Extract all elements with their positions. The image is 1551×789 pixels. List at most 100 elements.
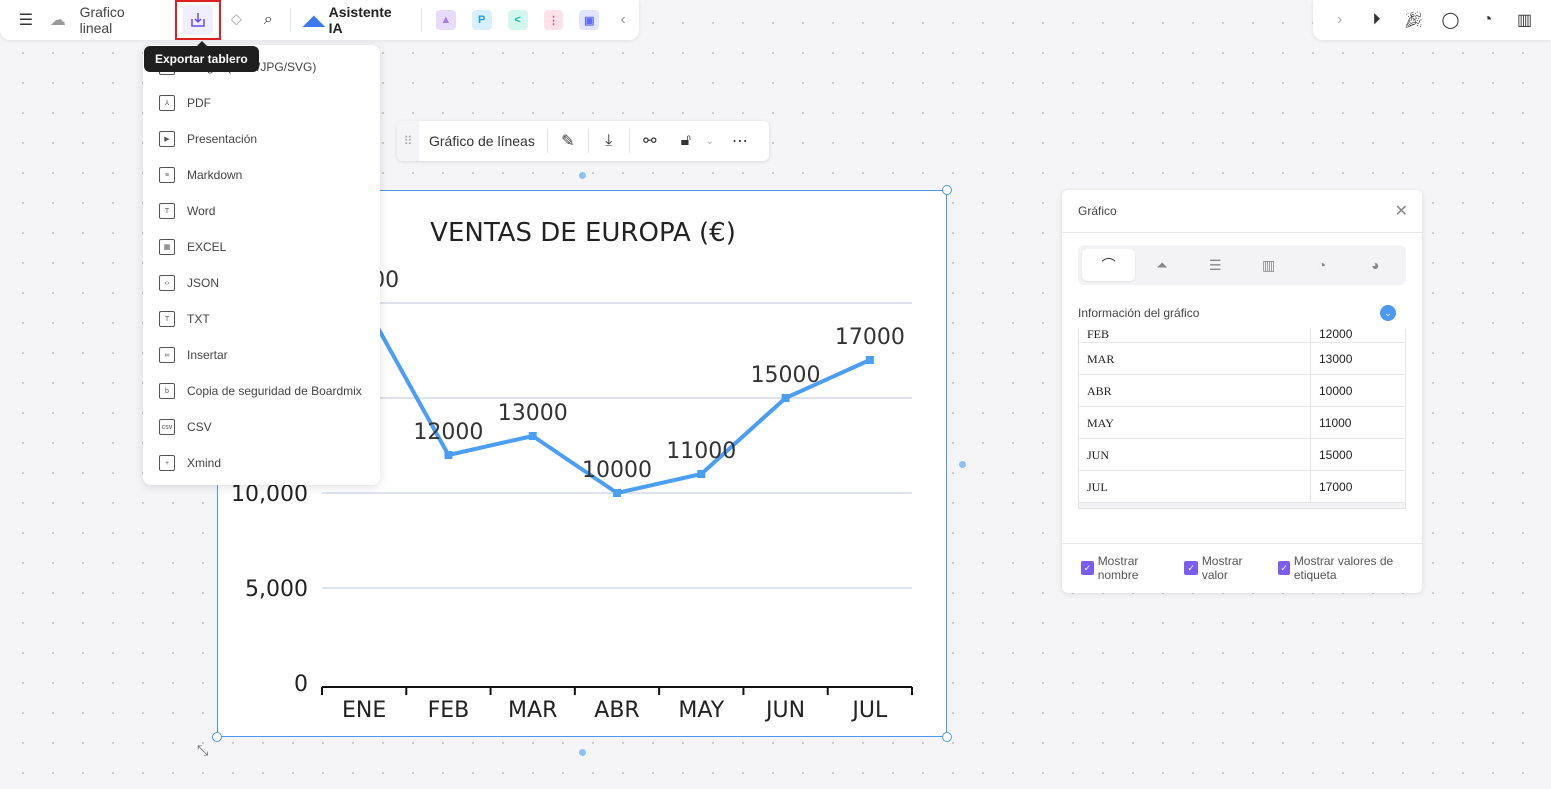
- x-tick-label: MAY: [678, 698, 724, 723]
- pie-chart-type-icon[interactable]: ◔: [1295, 249, 1348, 281]
- chevron-down-icon[interactable]: ⌄: [702, 125, 718, 157]
- data-point: [697, 470, 706, 478]
- value-cell[interactable]: 17000: [1311, 471, 1360, 502]
- resize-handle[interactable]: [212, 732, 222, 742]
- tag-icon[interactable]: ⬦: [221, 4, 253, 36]
- display-options: ✓ Mostrar nombre ✓ Mostrar valor ✓ Mostrar va…: [1062, 543, 1422, 582]
- share-icon[interactable]: ⚯: [634, 125, 666, 157]
- value-cell[interactable]: 12000: [1311, 329, 1360, 342]
- chart-type-label: Gráfico de líneas: [429, 133, 535, 149]
- cloud-icon: ☁: [49, 12, 66, 29]
- export-menu-item-embed[interactable]: ∞ Insertar: [143, 337, 380, 373]
- table-row: JUL 17000: [1079, 471, 1405, 503]
- value-cell[interactable]: 10000: [1311, 375, 1360, 406]
- mindmap-app-icon[interactable]: <: [507, 10, 528, 30]
- add-row-button[interactable]: +: [1079, 503, 1405, 508]
- show-name-checkbox[interactable]: ✓ Mostrar nombre: [1081, 554, 1174, 582]
- connector-dot[interactable]: [579, 172, 586, 179]
- label-cell[interactable]: MAY: [1079, 407, 1311, 438]
- xmind-file-icon: +: [159, 455, 175, 471]
- export-menu-item-markdown[interactable]: ≡ Markdown: [143, 157, 380, 193]
- menu-item-label: Xmind: [187, 456, 222, 470]
- connector-dot[interactable]: [959, 461, 966, 468]
- drag-handle-icon[interactable]: ⠿: [397, 121, 419, 161]
- menu-item-label: Markdown: [187, 168, 243, 182]
- export-menu-item-presentation[interactable]: ▶ Presentación: [143, 121, 380, 157]
- line-chart-type-icon[interactable]: ⌒: [1082, 249, 1136, 281]
- checkmark-icon: ✓: [1081, 561, 1094, 575]
- search-icon[interactable]: ⌕: [252, 4, 284, 36]
- data-point: [528, 432, 537, 440]
- close-icon[interactable]: ✕: [1395, 201, 1408, 221]
- menu-item-label: EXCEL: [187, 240, 227, 254]
- comment-icon[interactable]: ◯: [1435, 4, 1467, 36]
- export-menu-item-backup[interactable]: b Copia de seguridad de Boardmix: [143, 373, 380, 409]
- csv-file-icon: csv: [159, 419, 175, 435]
- top-toolbar: ☰ ☁ Grafico lineal ⬦ ⌕ ◢◣ Asistente IA ▲ …: [0, 0, 639, 40]
- play-icon[interactable]: ⏵: [1361, 4, 1393, 36]
- board-title[interactable]: Grafico lineal: [80, 4, 161, 36]
- x-tick-label: FEB: [428, 698, 470, 723]
- timer-icon[interactable]: ◔: [1472, 4, 1504, 36]
- value-cell[interactable]: 13000: [1311, 343, 1360, 374]
- show-value-checkbox[interactable]: ✓ Mostrar valor: [1184, 554, 1268, 582]
- export-menu-item-excel[interactable]: ▦ EXCEL: [143, 229, 380, 265]
- menu-item-label: TXT: [187, 312, 210, 326]
- label-cell[interactable]: ABR: [1079, 375, 1311, 406]
- export-menu-item-xmind[interactable]: + Xmind: [143, 445, 380, 481]
- checkmark-icon: ✓: [1184, 561, 1198, 575]
- table-row: JUN 15000: [1079, 439, 1405, 471]
- export-button[interactable]: [174, 0, 221, 40]
- menu-icon[interactable]: ☰: [10, 4, 42, 36]
- connector-dot[interactable]: [579, 749, 586, 756]
- chart-panel: Gráfico ✕ ⌒ ⏶ ☰ ▥ ◔ ◕ Información del grá…: [1062, 190, 1422, 593]
- x-tick-label: ENE: [342, 698, 386, 723]
- donut-chart-type-icon[interactable]: ◕: [1349, 249, 1402, 281]
- collapse-chevron-icon[interactable]: ‹: [607, 4, 639, 36]
- menu-item-label: Insertar: [187, 348, 228, 362]
- export-menu-item-json[interactable]: ‹› JSON: [143, 265, 380, 301]
- rotate-icon[interactable]: ⤡: [197, 742, 208, 759]
- table-row: MAR 13000: [1079, 343, 1405, 375]
- ai-assistant-label: Asistente IA: [328, 4, 392, 36]
- show-labels-checkbox[interactable]: ✓ Mostrar valores de etiqueta: [1278, 554, 1412, 582]
- image-gen-icon[interactable]: ▲: [435, 10, 456, 30]
- edit-pencil-icon[interactable]: ✎: [552, 125, 584, 157]
- export-menu-item-pdf[interactable]: ⅄ PDF: [143, 85, 380, 121]
- area-chart-type-icon[interactable]: ⏶: [1135, 249, 1188, 281]
- label-cell[interactable]: MAR: [1079, 343, 1311, 374]
- menu-item-label: PDF: [187, 96, 211, 110]
- value-cell[interactable]: 15000: [1311, 439, 1360, 470]
- json-file-icon: ‹›: [159, 275, 175, 291]
- unlock-icon[interactable]: 🔓︎: [670, 125, 702, 157]
- markdown-file-icon: ≡: [159, 167, 175, 183]
- ai-assistant-button[interactable]: ◢◣ Asistente IA: [303, 4, 409, 36]
- resize-handle[interactable]: [942, 732, 952, 742]
- x-tick-label: MAR: [508, 698, 557, 723]
- label-cell[interactable]: FEB: [1079, 329, 1311, 342]
- expand-chevron-icon[interactable]: ›: [1324, 4, 1356, 36]
- chart-info-label: Información del gráfico: [1078, 306, 1200, 320]
- celebrate-icon[interactable]: 🎉︎: [1398, 4, 1430, 36]
- export-menu-item-word[interactable]: T Word: [143, 193, 380, 229]
- label-cell[interactable]: JUL: [1079, 471, 1311, 502]
- data-label: 11000: [666, 439, 736, 464]
- value-cell[interactable]: 11000: [1311, 407, 1359, 438]
- label-cell[interactable]: JUN: [1079, 439, 1311, 470]
- vote-chart-icon[interactable]: ▥: [1509, 4, 1541, 36]
- bar-chart-type-icon[interactable]: ☰: [1189, 249, 1242, 281]
- column-chart-type-icon[interactable]: ▥: [1242, 249, 1295, 281]
- table-row: ABR 10000: [1079, 375, 1405, 407]
- download-icon[interactable]: ⤓: [593, 125, 625, 157]
- resize-handle[interactable]: [942, 185, 952, 195]
- more-icon[interactable]: ⋯: [724, 125, 756, 157]
- chat-app-icon[interactable]: ▣: [579, 10, 600, 30]
- export-menu-item-txt[interactable]: T TXT: [143, 301, 380, 337]
- x-tick-label: JUN: [764, 698, 805, 723]
- chart-toolbar: ⠿ Gráfico de líneas ✎ ⤓ ⚯ 🔓︎ ⌄ ⋯: [397, 121, 769, 161]
- export-menu-item-csv[interactable]: csv CSV: [143, 409, 380, 445]
- flowchart-app-icon[interactable]: ⋮: [543, 10, 564, 30]
- checkmark-icon: ✓: [1278, 561, 1290, 575]
- presentation-app-icon[interactable]: P: [471, 10, 492, 30]
- collapse-icon[interactable]: ⌄: [1380, 305, 1396, 321]
